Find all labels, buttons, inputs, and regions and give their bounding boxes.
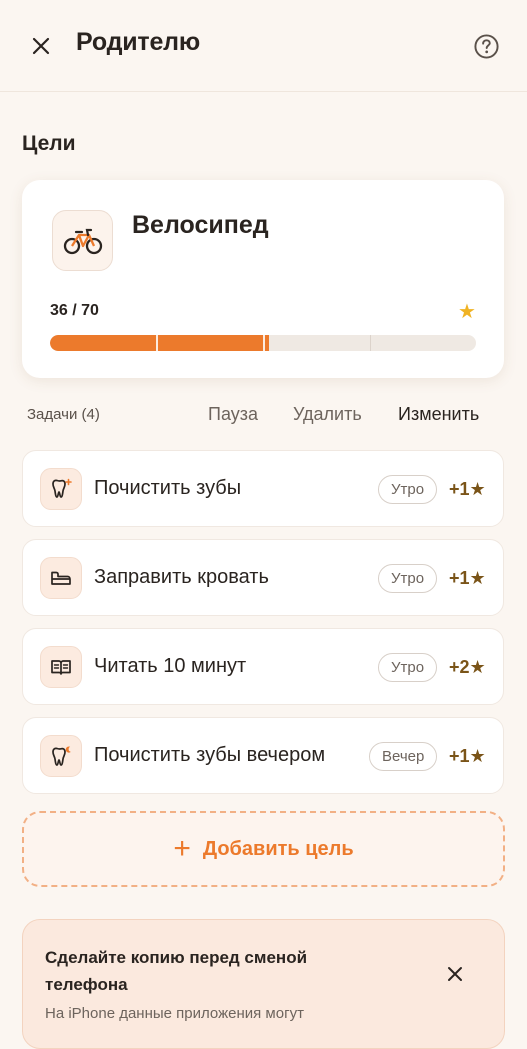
tooth-sparkle-icon xyxy=(52,478,72,498)
task-icon-box xyxy=(40,646,82,688)
task-icon-box xyxy=(40,468,82,510)
goal-icon-box xyxy=(52,210,113,271)
task-time-chip: Вечер xyxy=(369,742,438,771)
star-icon: ★ xyxy=(458,301,476,323)
goal-progress-bar xyxy=(50,335,476,351)
edit-button[interactable]: Изменить xyxy=(398,404,479,425)
goal-card[interactable]: Велосипед 36 / 70 ★ xyxy=(22,180,504,378)
task-time-chip: Утро xyxy=(378,475,438,504)
task-reward: +1★ xyxy=(449,746,486,766)
backup-notice: Сделайте копию перед сменой телефона На … xyxy=(22,919,505,1049)
backup-notice-close-button[interactable] xyxy=(441,960,469,988)
task-card[interactable]: Читать 10 минут Утро +2★ xyxy=(22,628,504,705)
bicycle-icon xyxy=(63,228,102,254)
delete-button[interactable]: Удалить xyxy=(293,404,362,425)
tasks-toolbar: Задачи (4) Пауза Удалить Изменить xyxy=(0,400,527,430)
task-title: Читать 10 минут xyxy=(94,655,247,677)
task-card[interactable]: Заправить кровать Утро +1★ xyxy=(22,539,504,616)
question-circle-icon xyxy=(473,33,499,59)
goal-name: Велосипед xyxy=(132,211,269,239)
app-header: Родителю xyxy=(0,0,527,92)
task-title: Заправить кровать xyxy=(94,566,269,588)
page-title: Родителю xyxy=(76,28,201,56)
add-goal-button[interactable]: + Добавить цель xyxy=(22,811,505,887)
help-button[interactable] xyxy=(472,32,500,60)
tooth-moon-icon xyxy=(52,746,71,766)
tasks-count: Задачи (4) xyxy=(27,406,100,423)
add-goal-label: Добавить цель xyxy=(202,837,354,860)
task-icon-box xyxy=(40,735,82,777)
progress-segment-divider xyxy=(263,335,265,351)
task-reward: +1★ xyxy=(449,479,486,499)
goals-section-title: Цели xyxy=(22,132,76,155)
book-icon xyxy=(51,660,71,675)
task-title: Почистить зубы xyxy=(94,477,242,499)
goal-progress-fill xyxy=(50,335,270,351)
pause-button[interactable]: Пауза xyxy=(208,404,258,425)
task-time-chip: Утро xyxy=(378,653,438,682)
close-icon xyxy=(32,37,50,55)
backup-notice-title: Сделайте копию перед сменой телефона xyxy=(45,948,308,994)
progress-segment-divider xyxy=(156,335,158,351)
plus-icon: + xyxy=(173,832,191,865)
task-reward: +1★ xyxy=(449,568,486,588)
backup-notice-text: На iPhone данные приложения могут xyxy=(45,1005,304,1022)
task-title: Почистить зубы вечером xyxy=(94,744,326,766)
close-button[interactable] xyxy=(26,31,56,61)
task-time-chip: Утро xyxy=(378,564,438,593)
task-card[interactable]: Почистить зубы Утро +1★ xyxy=(22,450,504,527)
task-reward: +2★ xyxy=(449,657,486,677)
task-icon-box xyxy=(40,557,82,599)
close-icon xyxy=(448,967,462,981)
bed-icon xyxy=(51,571,71,585)
task-card[interactable]: Почистить зубы вечером Вечер +1★ xyxy=(22,717,504,794)
progress-segment-divider xyxy=(370,335,371,351)
goal-progress-text: 36 / 70 xyxy=(50,302,99,319)
